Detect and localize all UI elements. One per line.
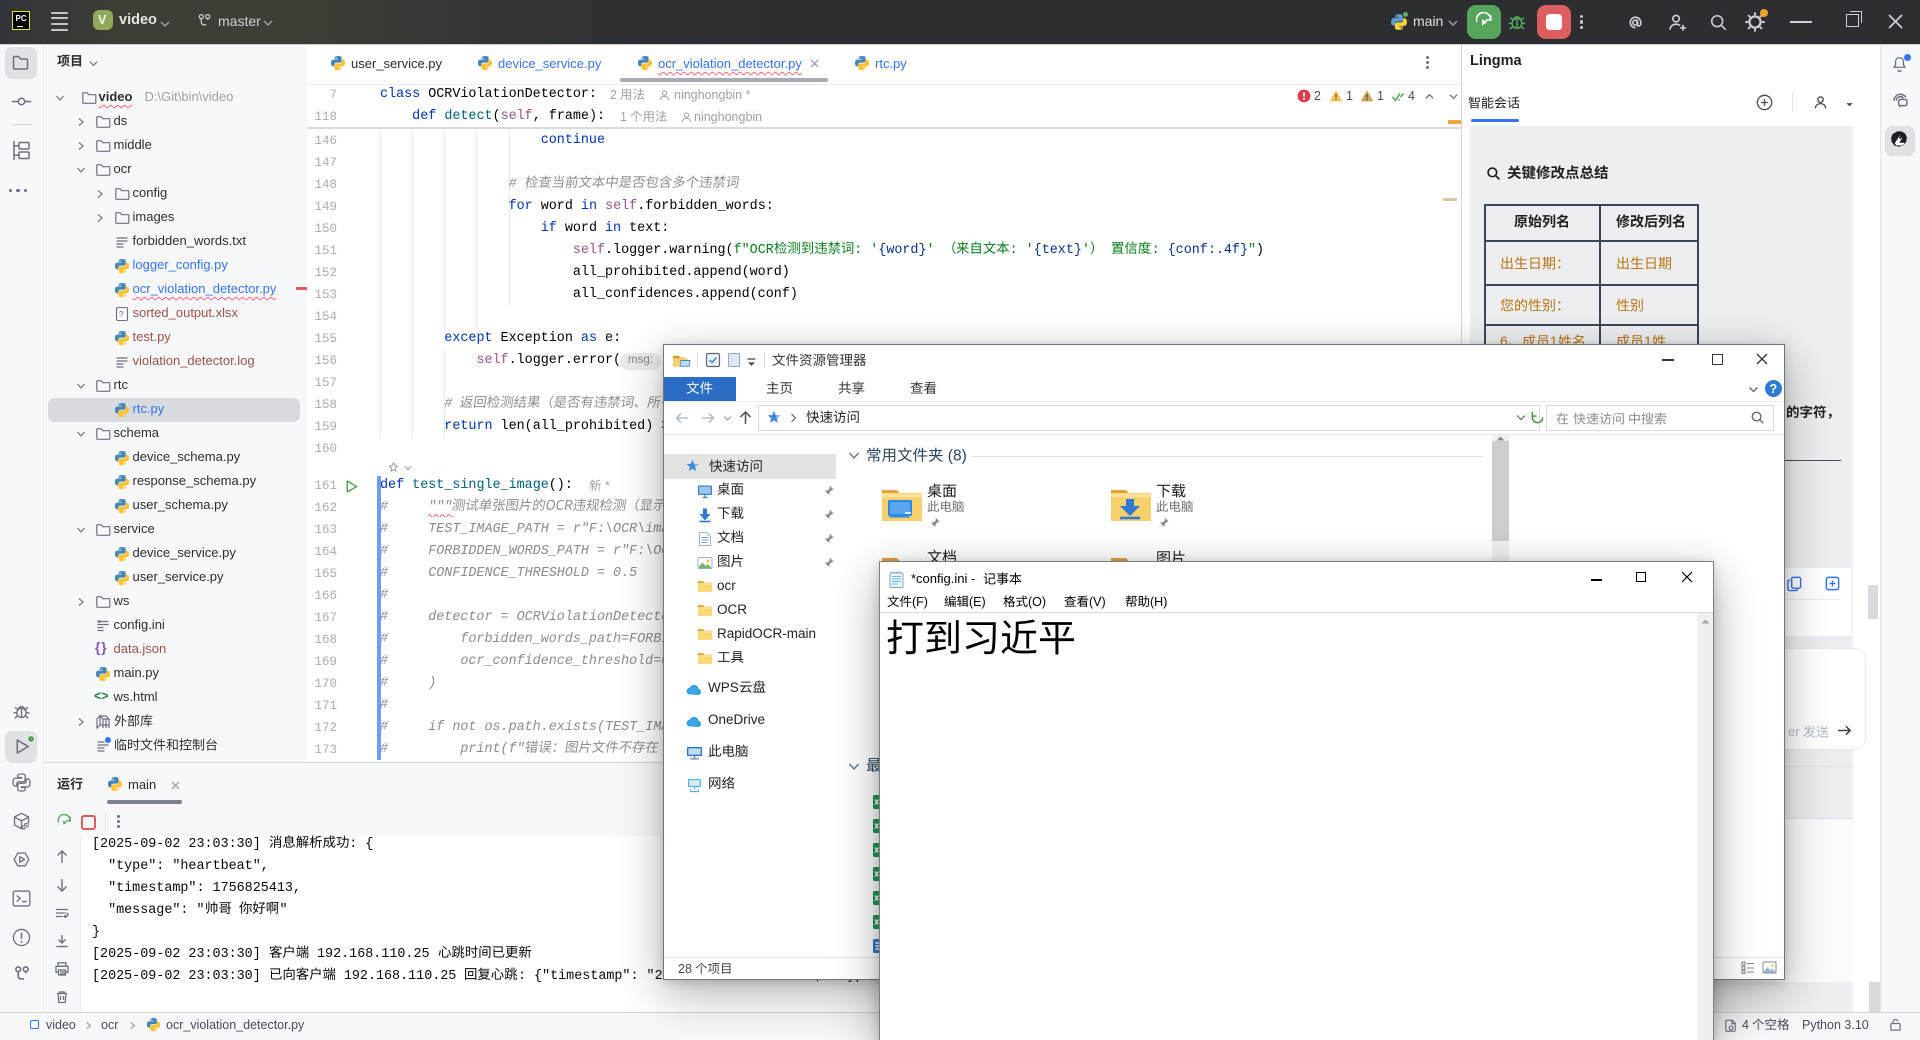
svg-text:?: ? (119, 310, 124, 319)
